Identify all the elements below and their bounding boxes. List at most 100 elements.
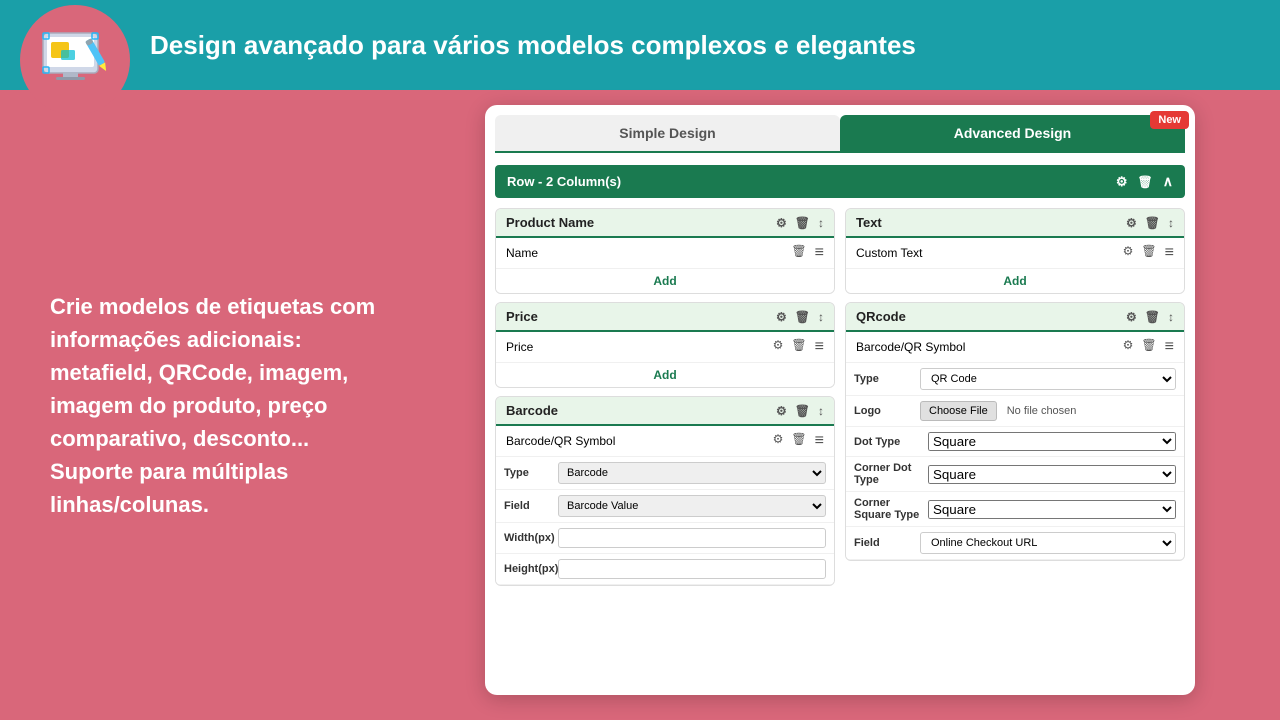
tabs: Simple Design Advanced Design	[495, 115, 1185, 153]
qrcode-block: QRcode Barcode/QR Symbol	[845, 302, 1185, 561]
barcode-width-row: Width(px)	[496, 523, 834, 554]
main-content: Crie modelos de etiquetas com informaçõe…	[0, 90, 1280, 720]
qr-row-gear-icon[interactable]	[1123, 338, 1134, 356]
qr-dot-type-label: Dot Type	[854, 436, 924, 448]
bcode-row-trash-icon[interactable]	[791, 432, 806, 450]
product-name-add-link[interactable]: Add	[496, 269, 834, 293]
tab-advanced[interactable]: Advanced Design	[840, 115, 1185, 151]
barcode-arrows-icon[interactable]	[818, 404, 824, 418]
barcode-title: Barcode	[506, 403, 558, 418]
barcode-height-row: Height(px)	[496, 554, 834, 585]
top-banner: Design avançado para vários modelos comp…	[0, 0, 1280, 90]
row-trash-icon[interactable]	[1138, 174, 1153, 189]
barcode-field-label: Field	[504, 500, 554, 512]
product-name-header-icons	[776, 216, 824, 230]
row-gear-icon[interactable]	[1116, 174, 1128, 190]
product-name-title: Product Name	[506, 215, 594, 230]
barcode-type-row: Type Barcode	[496, 457, 834, 490]
price-row-menu-icon[interactable]	[815, 338, 824, 356]
qrcode-header-icons	[1126, 310, 1174, 324]
qr-arrows-icon[interactable]	[1168, 310, 1174, 324]
price-trash-icon[interactable]	[795, 310, 810, 324]
price-gear-icon[interactable]	[776, 310, 787, 324]
price-header-icons	[776, 310, 824, 324]
row-header: Row - 2 Column(s)	[495, 165, 1185, 198]
price-row-trash-icon[interactable]	[791, 338, 806, 356]
barcode-width-label: Width(px)	[504, 532, 554, 544]
two-columns: Product Name Name	[495, 208, 1185, 586]
barcode-width-input[interactable]	[558, 528, 826, 548]
ct-row-trash-icon[interactable]	[1141, 244, 1156, 262]
left-panel: Crie modelos de etiquetas com informaçõe…	[0, 90, 420, 720]
qr-symbol-row-icons	[1123, 338, 1174, 356]
barcode-type-select[interactable]: Barcode	[558, 462, 826, 484]
qr-type-select[interactable]: QR Code	[920, 368, 1176, 390]
pn-row-menu-icon[interactable]	[815, 244, 824, 262]
qr-corner-square-type-select[interactable]: Square	[928, 500, 1176, 519]
price-add-link[interactable]: Add	[496, 363, 834, 387]
price-row-gear-icon[interactable]	[773, 338, 784, 356]
price-arrows-icon[interactable]	[818, 310, 824, 324]
row-header-icons	[1116, 173, 1173, 190]
product-name-header: Product Name	[496, 209, 834, 238]
barcode-form: Type Barcode Field Barcode Value	[496, 457, 834, 585]
product-name-row-icons	[791, 244, 824, 262]
barcode-field-row: Field Barcode Value	[496, 490, 834, 523]
qr-field-select[interactable]: Online Checkout URL	[920, 532, 1176, 554]
card-container: New Simple Design Advanced Design Row - …	[420, 90, 1280, 720]
qr-field-label: Field	[854, 537, 914, 549]
new-badge: New	[1150, 111, 1189, 129]
qr-corner-dot-type-row: Corner Dot Type Square	[846, 457, 1184, 492]
qr-corner-square-type-label: Corner Square Type	[854, 497, 924, 521]
text-trash-icon[interactable]	[1145, 216, 1160, 230]
product-name-row: Name	[496, 238, 834, 269]
qr-logo-row: Logo Choose File No file chosen	[846, 396, 1184, 427]
product-name-row-label: Name	[506, 246, 538, 260]
pn-trash-icon[interactable]	[795, 216, 810, 230]
qr-dot-type-select[interactable]: Square	[928, 432, 1176, 451]
ct-row-menu-icon[interactable]	[1165, 244, 1174, 262]
qrcode-title: QRcode	[856, 309, 906, 324]
no-file-text: No file chosen	[1007, 405, 1077, 417]
choose-file-button[interactable]: Choose File	[920, 401, 997, 421]
custom-text-row-icons	[1123, 244, 1174, 262]
qr-logo-label: Logo	[854, 405, 914, 417]
pn-arrows-icon[interactable]	[818, 216, 824, 230]
qr-symbol-row: Barcode/QR Symbol	[846, 332, 1184, 363]
qrcode-form: Type QR Code Logo Choose File No file ch…	[846, 363, 1184, 560]
pn-gear-icon[interactable]	[776, 216, 787, 230]
price-row-icons	[773, 338, 824, 356]
right-column: Text Custom Text	[845, 208, 1185, 586]
text-add-link[interactable]: Add	[846, 269, 1184, 293]
price-header: Price	[496, 303, 834, 332]
qr-trash-icon[interactable]	[1145, 310, 1160, 324]
pn-row-trash-icon[interactable]	[791, 244, 806, 262]
custom-text-label: Custom Text	[856, 246, 922, 260]
qr-corner-dot-type-select[interactable]: Square	[928, 465, 1176, 484]
barcode-type-label: Type	[504, 467, 554, 479]
text-gear-icon[interactable]	[1126, 216, 1137, 230]
barcode-trash-icon[interactable]	[795, 404, 810, 418]
bcode-row-gear-icon[interactable]	[773, 432, 784, 450]
tab-simple[interactable]: Simple Design	[495, 115, 840, 151]
qr-row-trash-icon[interactable]	[1141, 338, 1156, 356]
qr-type-label: Type	[854, 373, 914, 385]
text-header-icons	[1126, 216, 1174, 230]
ct-row-gear-icon[interactable]	[1123, 244, 1134, 262]
bcode-row-menu-icon[interactable]	[815, 432, 824, 450]
qr-gear-icon[interactable]	[1126, 310, 1137, 324]
barcode-header-icons	[776, 404, 824, 418]
row-collapse-icon[interactable]	[1163, 173, 1173, 190]
qr-row-menu-icon[interactable]	[1165, 338, 1174, 356]
text-arrows-icon[interactable]	[1168, 216, 1174, 230]
barcode-height-input[interactable]	[558, 559, 826, 579]
custom-text-row: Custom Text	[846, 238, 1184, 269]
left-panel-text: Crie modelos de etiquetas com informaçõe…	[50, 290, 390, 521]
barcode-header: Barcode	[496, 397, 834, 426]
qr-corner-dot-type-label: Corner Dot Type	[854, 462, 924, 486]
text-block: Text Custom Text	[845, 208, 1185, 294]
qr-symbol-label: Barcode/QR Symbol	[856, 340, 965, 354]
barcode-gear-icon[interactable]	[776, 404, 787, 418]
price-row-label: Price	[506, 340, 533, 354]
barcode-field-select[interactable]: Barcode Value	[558, 495, 826, 517]
